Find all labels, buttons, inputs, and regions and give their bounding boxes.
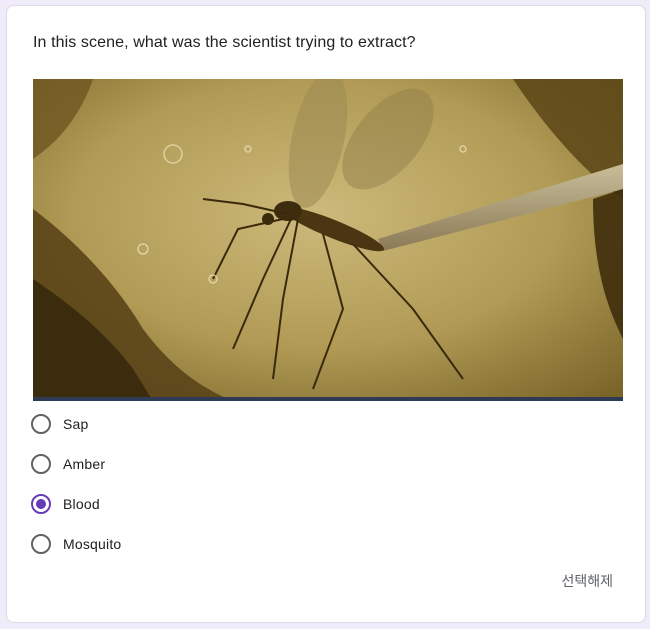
clear-selection-button[interactable]: 선택해제 (561, 571, 613, 591)
question-card: In this scene, what was the scientist tr… (6, 5, 646, 623)
radio-button-selected[interactable] (31, 494, 51, 514)
option-blood[interactable]: Blood (31, 492, 331, 516)
option-label: Blood (63, 496, 100, 512)
option-mosquito[interactable]: Mosquito (31, 532, 331, 556)
option-label: Amber (63, 456, 106, 472)
question-image (33, 79, 623, 401)
radio-button[interactable] (31, 534, 51, 554)
option-amber[interactable]: Amber (31, 452, 331, 476)
option-label: Mosquito (63, 536, 122, 552)
question-title: In this scene, what was the scientist tr… (33, 34, 416, 51)
option-label: Sap (63, 416, 89, 432)
radio-button[interactable] (31, 454, 51, 474)
option-sap[interactable]: Sap (31, 412, 331, 436)
radio-button[interactable] (31, 414, 51, 434)
